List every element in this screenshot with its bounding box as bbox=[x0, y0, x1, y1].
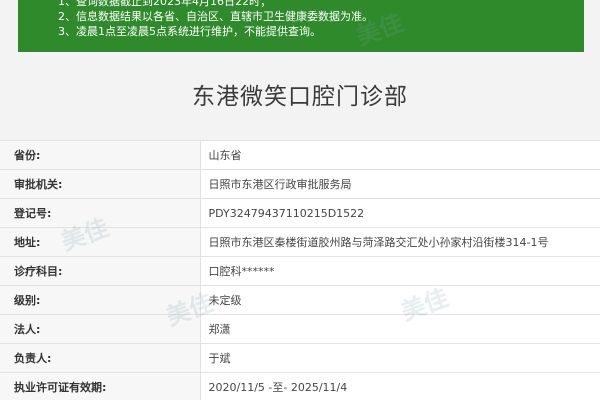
province-label: 省份: bbox=[0, 140, 201, 170]
notice-line-2: 2、信息数据结果以各省、自治区、直辖市卫生健康委数据为准。 bbox=[58, 10, 373, 23]
approval-authority-value: 日照市东港区行政审批服务局 bbox=[200, 169, 600, 199]
clinic-info-table: 省份: 山东省 审批机关: 日照市东港区行政审批服务局 登记号: PDY3247… bbox=[0, 140, 600, 400]
departments-value: 口腔科****** bbox=[200, 256, 600, 286]
row-province: 省份: 山东省 bbox=[0, 140, 600, 170]
legal-person-value: 郑潇 bbox=[200, 314, 600, 344]
row-level: 级别: 未定级 bbox=[0, 285, 600, 315]
row-person-in-charge: 负责人: 于斌 bbox=[0, 343, 600, 373]
notice-line-3: 3、凌晨1点至凌晨5点系统进行维护，不能提供查询。 bbox=[58, 25, 321, 38]
row-address: 地址: 日照市东港区秦楼街道胶州路与菏泽路交汇处小孙家村沿街楼314-1号 bbox=[0, 227, 600, 257]
notice-banner: 1、查询数据截止到2023年4月16日22时； 2、信息数据结果以各省、自治区、… bbox=[18, 0, 584, 52]
license-validity-label: 执业许可证有效期: bbox=[0, 372, 201, 400]
province-value: 山东省 bbox=[200, 140, 600, 170]
level-value: 未定级 bbox=[200, 285, 600, 315]
person-in-charge-label: 负责人: bbox=[0, 343, 201, 373]
row-legal-person: 法人: 郑潇 bbox=[0, 314, 600, 344]
notice-line-1: 1、查询数据截止到2023年4月16日22时； bbox=[58, 0, 271, 8]
license-validity-value: 2020/11/5 -至- 2025/11/4 bbox=[200, 372, 600, 400]
row-departments: 诊疗科目: 口腔科****** bbox=[0, 256, 600, 286]
registration-number-value: PDY32479437110215D1522 bbox=[200, 198, 600, 228]
row-license-validity: 执业许可证有效期: 2020/11/5 -至- 2025/11/4 bbox=[0, 372, 600, 400]
clinic-title: 东港微笑口腔门诊部 bbox=[192, 84, 408, 110]
address-value: 日照市东港区秦楼街道胶州路与菏泽路交汇处小孙家村沿街楼314-1号 bbox=[200, 227, 600, 257]
departments-label: 诊疗科目: bbox=[0, 256, 201, 286]
address-label: 地址: bbox=[0, 227, 201, 257]
person-in-charge-value: 于斌 bbox=[200, 343, 600, 373]
row-approval-authority: 审批机关: 日照市东港区行政审批服务局 bbox=[0, 169, 600, 199]
row-registration-number: 登记号: PDY32479437110215D1522 bbox=[0, 198, 600, 228]
level-label: 级别: bbox=[0, 285, 201, 315]
registration-number-label: 登记号: bbox=[0, 198, 201, 228]
approval-authority-label: 审批机关: bbox=[0, 169, 201, 199]
legal-person-label: 法人: bbox=[0, 314, 201, 344]
